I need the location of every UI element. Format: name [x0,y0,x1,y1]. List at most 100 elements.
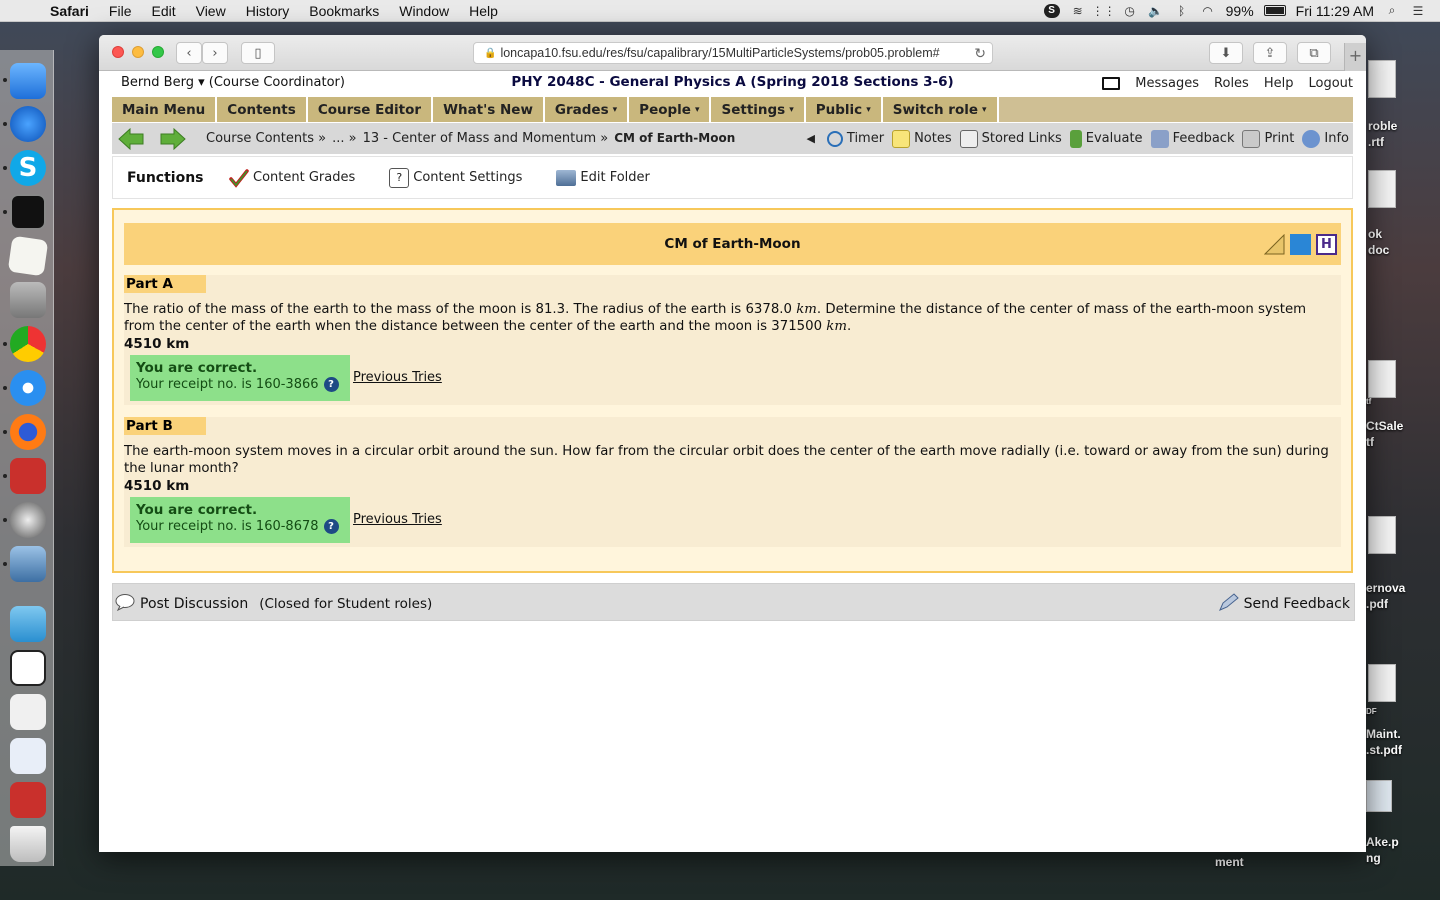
close-window-button[interactable] [112,46,124,58]
menu-switch-role[interactable]: Switch role ▾ [882,97,999,122]
spotlight-search-icon[interactable]: ⌕ [1384,3,1400,18]
help-question-icon[interactable]: ? [323,519,339,534]
forward-button[interactable]: › [202,42,228,64]
maple-icon[interactable] [10,458,46,494]
airplay-icon[interactable]: ≋ [1070,4,1086,18]
bluetooth-icon[interactable]: ᛒ [1174,4,1190,18]
menu-help[interactable]: Help [459,3,508,19]
menu-view[interactable]: View [186,3,236,19]
roles-link[interactable]: Roles [1214,76,1249,91]
back-button[interactable]: ‹ [176,42,202,64]
skype-icon[interactable]: S [10,150,46,186]
previous-resource-arrow-icon[interactable] [118,127,144,150]
help-link[interactable]: Help [1264,76,1294,91]
part-b-previous-tries-link[interactable]: Previous Tries [353,512,442,527]
part-a-previous-tries-link[interactable]: Previous Tries [353,370,442,385]
document-thumbnail-icon[interactable] [10,694,46,730]
menu-main-menu[interactable]: Main Menu [112,97,218,122]
menu-whats-new[interactable]: What's New [433,97,545,122]
calculator-icon[interactable] [10,282,46,318]
feedback-tool[interactable]: Feedback [1150,129,1234,148]
messages-link[interactable]: Messages [1135,76,1199,91]
textedit-icon[interactable] [7,235,49,277]
x11-icon[interactable] [10,502,46,538]
menu-people[interactable]: People ▾ [629,97,712,122]
menu-history[interactable]: History [236,3,300,19]
trash-icon[interactable] [10,826,46,862]
preview-icon[interactable] [10,546,46,582]
content-settings-link[interactable]: ? Content Settings [389,167,522,188]
content-grades-link[interactable]: Content Grades [229,168,355,188]
new-tab-button[interactable]: + [1344,43,1366,71]
downloads-button[interactable]: ⬇ [1209,42,1243,64]
finder-icon[interactable] [10,63,46,99]
menu-edit[interactable]: Edit [141,3,185,19]
breadcrumb-course-contents[interactable]: Course Contents » [206,131,326,146]
breadcrumb-folder[interactable]: 13 - Center of Mass and Momentum » [363,131,609,146]
minimize-window-button[interactable] [132,46,144,58]
logout-link[interactable]: Logout [1308,76,1353,91]
monitor-icon[interactable] [1102,77,1121,90]
menu-public[interactable]: Public ▾ [805,97,883,122]
desktop-file-icon[interactable] [1368,170,1396,208]
display-icon[interactable]: ⋮⋮ [1092,4,1116,18]
part-a-unit-2: km [826,319,847,334]
notification-center-icon[interactable]: ☰ [1410,4,1426,18]
volume-icon[interactable]: 🔈 [1148,4,1164,18]
desktop-file-icon[interactable] [1368,664,1396,702]
folder-icon[interactable] [10,606,46,642]
terminal-icon[interactable] [10,194,46,230]
maple-document-icon[interactable] [10,782,46,818]
menu-grades[interactable]: Grades ▾ [544,97,630,122]
timer-tool[interactable]: Timer [826,130,884,147]
ruler-icon[interactable] [1263,233,1285,255]
hint-h-icon[interactable]: H [1316,234,1337,255]
print-tool[interactable]: Print [1242,129,1294,148]
safari-icon[interactable] [10,370,46,406]
stored-links-tool[interactable]: Stored Links [959,129,1062,148]
menu-contents[interactable]: Contents [217,97,308,122]
part-b-correct-box: You are correct. Your receipt no. is 160… [130,497,350,543]
sidebar-toggle-button[interactable]: ▯ [241,42,275,64]
wifi-icon[interactable]: ◠ [1200,4,1216,18]
menu-app-safari[interactable]: Safari [40,3,99,19]
document-thumbnail-icon[interactable] [10,650,46,686]
send-feedback-area[interactable]: Send Feedback [1218,592,1350,616]
document-thumbnail-icon[interactable] [10,738,46,774]
collapse-tools-icon[interactable]: ◀ [806,132,814,145]
time-machine-icon[interactable]: ◷ [1122,4,1138,18]
zoom-window-button[interactable] [152,46,164,58]
address-bar[interactable]: 🔒 loncapa10.fsu.edu/res/fsu/capalibrary/… [473,42,993,64]
share-button[interactable]: ⇪ [1253,42,1287,64]
battery-icon[interactable] [1263,5,1286,16]
part-a-status: You are correct. [136,360,258,376]
evaluate-tool[interactable]: Evaluate [1069,129,1143,148]
menubar-clock[interactable]: Fri 11:29 AM [1296,3,1374,19]
notes-tool[interactable]: Notes [892,129,952,148]
lock-icon: 🔒 [484,47,497,59]
dock-running-dot [3,342,7,346]
thunderbird-icon[interactable] [10,106,46,142]
menu-window[interactable]: Window [389,3,459,19]
edit-folder-link[interactable]: Edit Folder [556,169,650,186]
post-discussion-link[interactable]: Post Discussion [140,596,248,612]
tabs-overview-button[interactable]: ⧉ [1297,42,1331,64]
info-tool[interactable]: Info [1302,129,1349,148]
chart-icon[interactable] [1290,234,1311,255]
firefox-icon[interactable] [10,414,46,450]
desktop-file-icon[interactable] [1368,60,1396,98]
menu-settings[interactable]: Settings ▾ [711,97,806,122]
menu-file[interactable]: File [99,3,142,19]
desktop-file-icon[interactable] [1368,516,1396,554]
menu-bookmarks[interactable]: Bookmarks [299,3,389,19]
skype-status-icon[interactable]: S [1043,3,1060,18]
next-resource-arrow-icon[interactable] [160,127,186,150]
user-name-dropdown[interactable]: Bernd Berg ▾ [121,75,205,90]
breadcrumb-ellipsis[interactable]: ... » [332,131,356,146]
chrome-icon[interactable] [10,326,46,362]
help-question-icon[interactable]: ? [323,377,339,392]
reload-icon[interactable]: ↻ [974,45,986,62]
desktop-file-icon[interactable] [1368,360,1396,398]
menu-course-editor[interactable]: Course Editor [307,97,434,122]
desktop-file-icon[interactable] [1366,780,1392,812]
